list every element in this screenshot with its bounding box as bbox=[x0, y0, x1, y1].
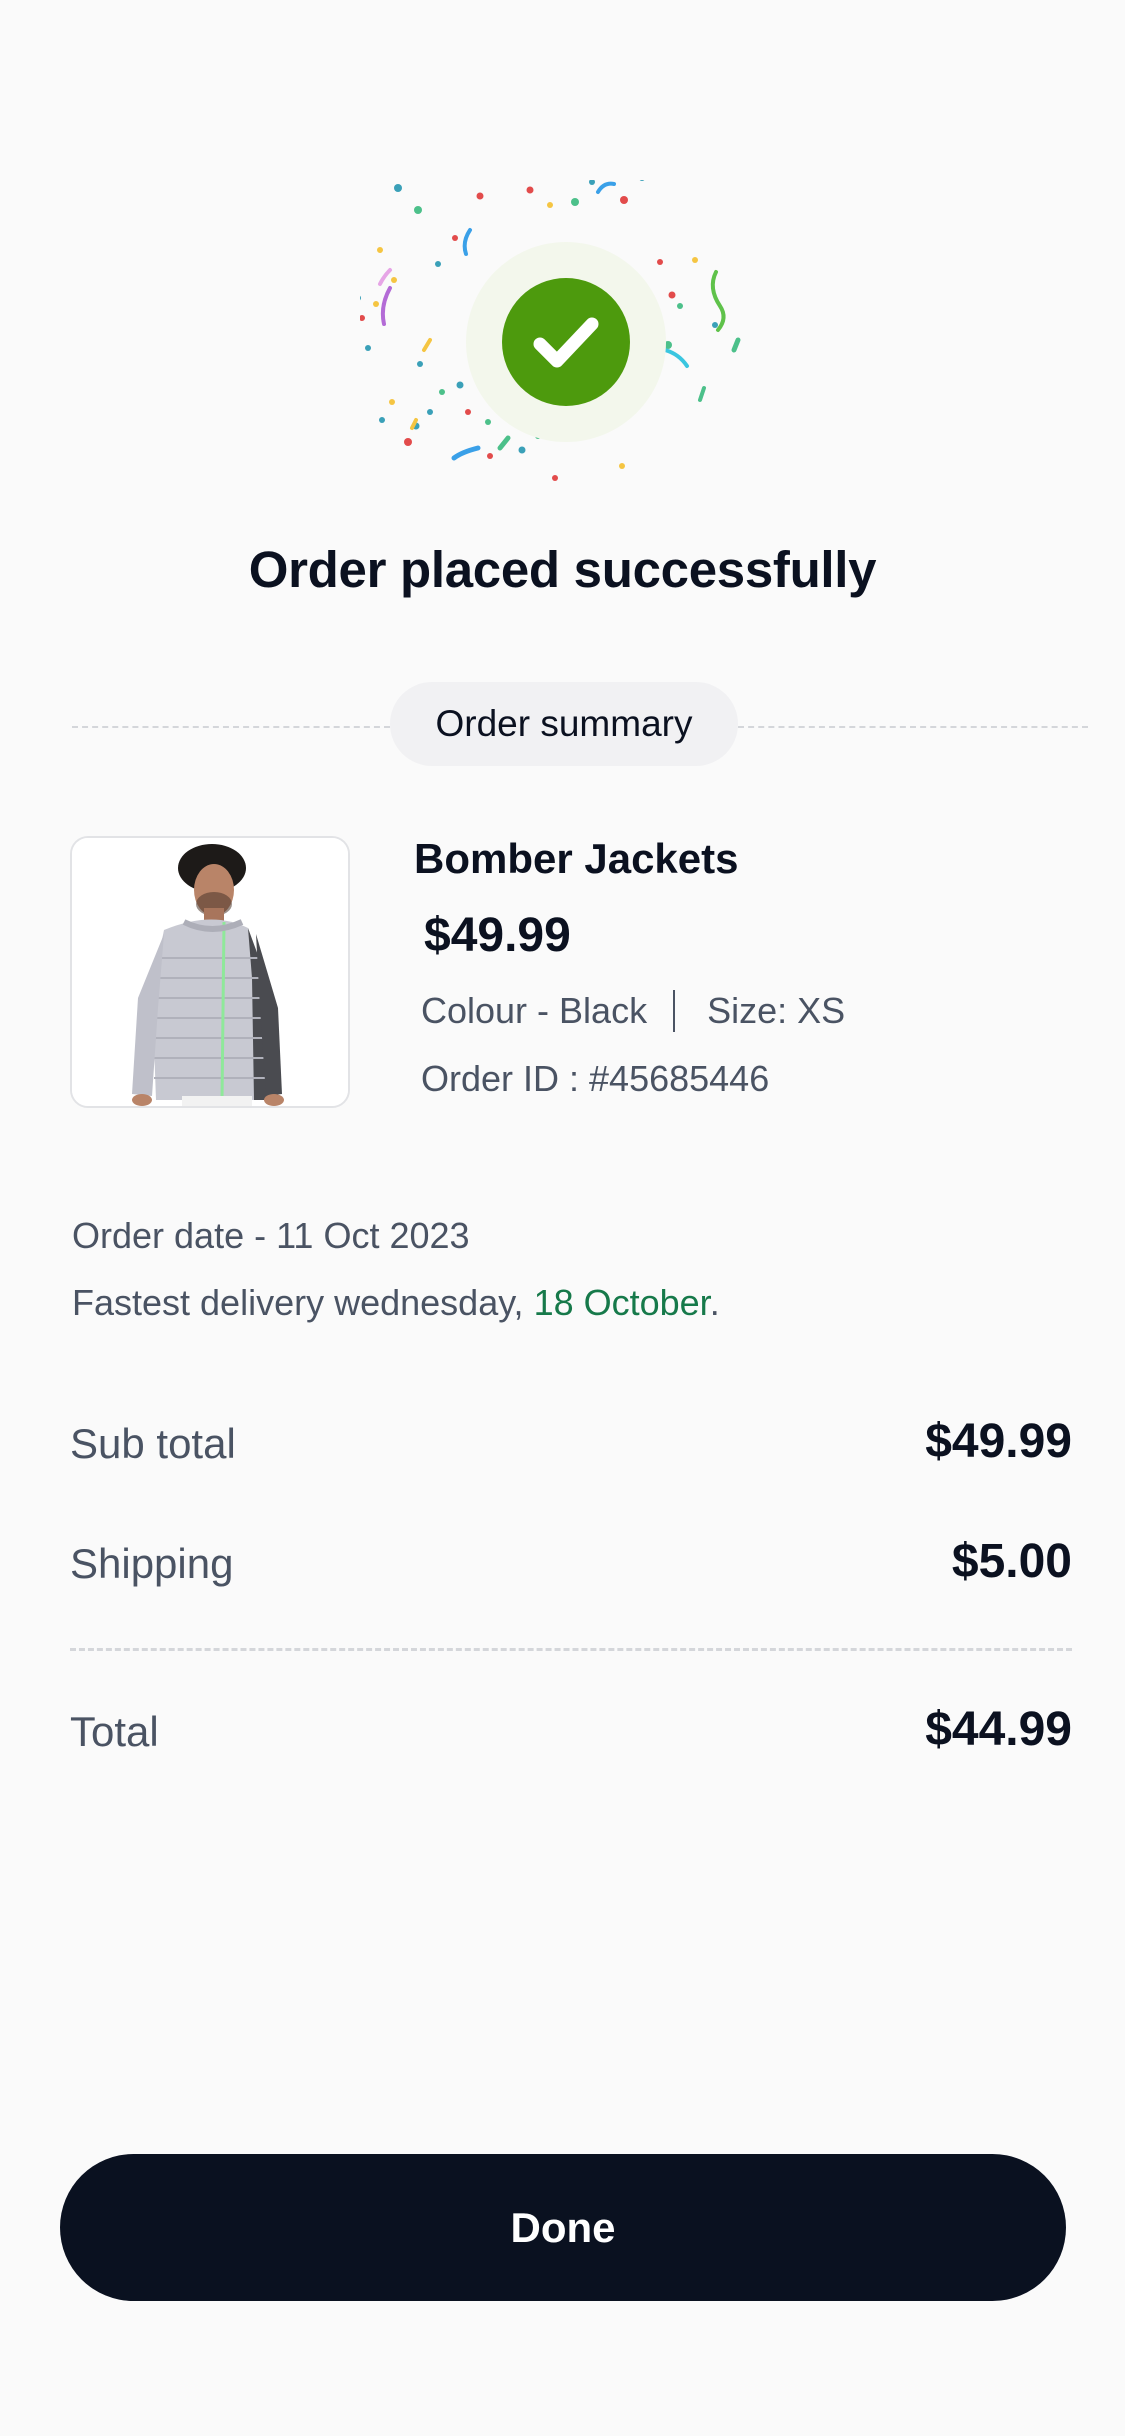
delivery-suffix: . bbox=[709, 1282, 720, 1323]
delivery-prefix: Fastest delivery wednesday, bbox=[72, 1282, 534, 1323]
subtotal-label: Sub total bbox=[70, 1420, 236, 1467]
shipping-value: $5.00 bbox=[951, 1535, 1072, 1588]
divider-right bbox=[738, 726, 1088, 728]
total-divider bbox=[70, 1648, 1072, 1651]
shipping-label: Shipping bbox=[70, 1540, 234, 1587]
product-size: Size: XS bbox=[707, 990, 846, 1031]
order-id: Order ID : #45685446 bbox=[421, 1058, 770, 1099]
done-button[interactable]: Done bbox=[60, 2154, 1066, 2301]
delivery-estimate: Fastest delivery wednesday, 18 October. bbox=[72, 1282, 720, 1324]
checkmark-icon bbox=[533, 317, 599, 368]
product-colour: Colour - Black bbox=[421, 990, 648, 1031]
page-title: Order placed successfully bbox=[248, 541, 877, 598]
product-name: Bomber Jackets bbox=[414, 835, 739, 882]
jacket-image bbox=[72, 838, 348, 1106]
total-value: $44.99 bbox=[925, 1703, 1072, 1756]
product-price: $49.99 bbox=[424, 909, 571, 962]
check-circle-icon bbox=[502, 278, 630, 406]
subtotal-value: $49.99 bbox=[925, 1415, 1072, 1468]
delivery-date: 18 October bbox=[533, 1282, 710, 1323]
order-summary-label: Order summary bbox=[390, 682, 738, 766]
divider-left bbox=[72, 726, 390, 728]
product-image bbox=[70, 836, 350, 1108]
attribute-separator bbox=[673, 990, 676, 1032]
order-date: Order date - 11 Oct 2023 bbox=[72, 1215, 470, 1256]
total-label: Total bbox=[70, 1708, 159, 1755]
product-attributes: Colour - Black Size: XS bbox=[421, 990, 845, 1032]
